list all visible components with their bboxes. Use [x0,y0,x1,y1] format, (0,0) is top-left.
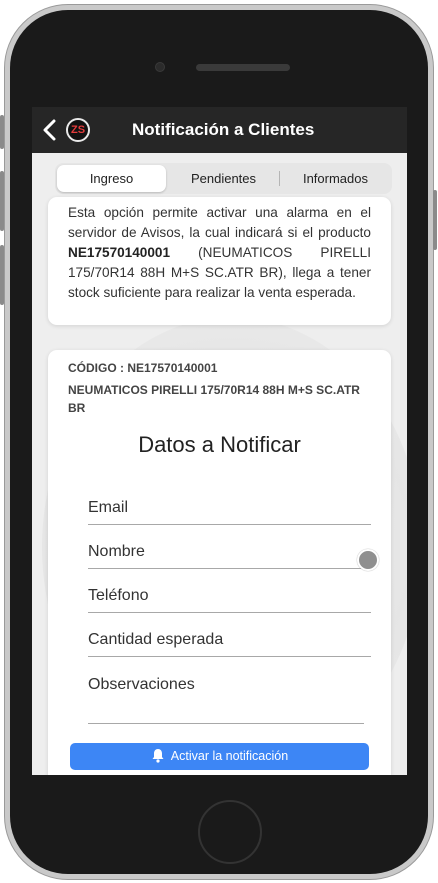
side-button-power [433,190,437,250]
tab-ingreso[interactable]: Ingreso [57,165,166,192]
tab-informados[interactable]: Informados [281,165,390,192]
info-product-code: NE17570140001 [68,245,171,260]
telefono-label: Teléfono [88,587,149,604]
app-logo: ZS [66,118,90,142]
side-button-volume-up [0,171,4,231]
observaciones-label: Observaciones [88,676,195,693]
chevron-left-icon[interactable] [40,118,60,142]
notification-form: CÓDIGO : NE17570140001 NEUMATICOS PIRELL… [48,350,391,775]
info-text-before: Esta opción permite activar una alarma e… [68,205,371,240]
page-title: Notificación a Clientes [132,120,315,139]
app-logo-text: ZS [71,124,86,136]
side-button-silent [0,115,4,149]
segmented-tabs: Ingreso Pendientes Informados [55,163,392,194]
side-button-volume-down [0,245,4,305]
tab-pendientes[interactable]: Pendientes [170,165,277,192]
navbar: ZS Notificación a Clientes [32,107,407,153]
observaciones-underline [88,723,364,724]
activate-notification-label: Activar la notificación [170,749,289,763]
telefono-field[interactable]: Teléfono [88,569,371,613]
nombre-label: Nombre [88,543,145,560]
email-label: Email [88,499,129,516]
app-screen: ZS Notificación a Clientes Ingreso Pendi… [32,107,407,775]
speaker-grille [196,64,290,71]
activate-notification-button[interactable]: Activar la notificación [70,743,369,770]
email-field[interactable]: Email [88,481,371,525]
product-code: CÓDIGO : NE17570140001 [68,361,218,375]
scroll-handle[interactable] [357,549,379,571]
nombre-field[interactable]: Nombre [88,525,371,569]
form-title: Datos a Notificar [138,432,301,457]
observaciones-field[interactable]: Observaciones [88,657,371,701]
bell-icon [152,749,164,763]
tab-divider [279,171,280,186]
info-card: Esta opción permite activar una alarma e… [48,197,391,325]
product-name: NEUMATICOS PIRELLI 175/70R14 88H M+S SC.… [68,383,360,415]
cantidad-field[interactable]: Cantidad esperada [88,613,371,657]
cantidad-label: Cantidad esperada [88,631,224,648]
home-button[interactable] [198,800,262,864]
front-camera [155,62,165,72]
